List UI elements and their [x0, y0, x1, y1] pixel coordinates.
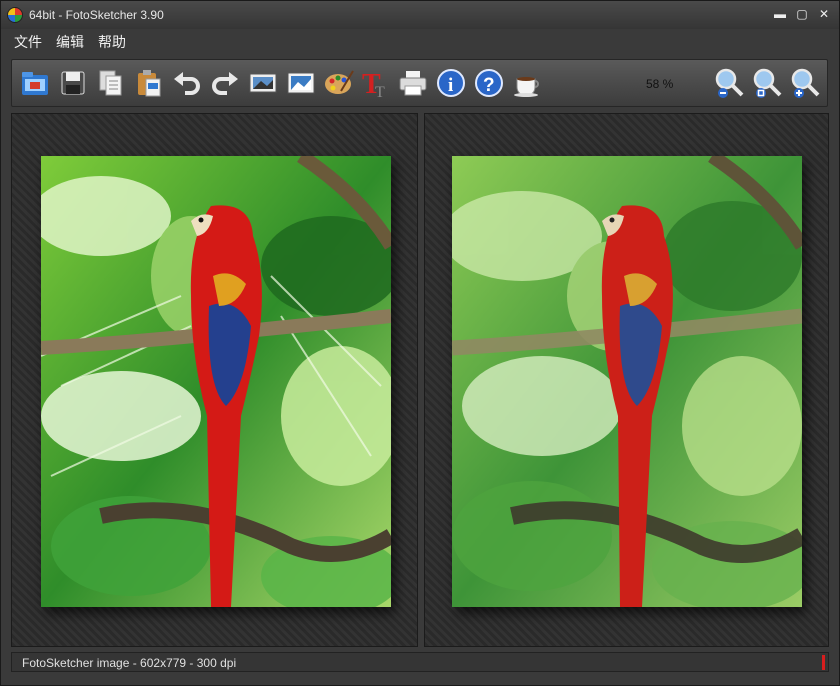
toolbar: T T i ? 58 %: [11, 59, 828, 107]
minimize-button[interactable]: ▬: [769, 5, 791, 23]
original-image-pane[interactable]: [11, 113, 418, 647]
help-icon: ?: [475, 69, 503, 97]
menu-help[interactable]: 帮助: [91, 32, 133, 52]
painted-photo: [452, 156, 802, 607]
parrot-painting-image: [452, 156, 802, 607]
window-title: 64bit - FotoSketcher 3.90: [29, 8, 164, 22]
image-info-text: FotoSketcher image - 602x779 - 300 dpi: [22, 656, 237, 670]
image-frame-icon: [287, 72, 315, 94]
image-frame-button[interactable]: [284, 66, 318, 100]
undo-button[interactable]: [170, 66, 204, 100]
batch-icon: [249, 73, 277, 93]
window-controls: ▬ ▢ ✕: [769, 5, 835, 23]
copy-icon: [99, 70, 122, 96]
redo-button[interactable]: [208, 66, 242, 100]
zoom-fit-button[interactable]: [750, 66, 784, 100]
zoom-out-icon: [715, 68, 744, 98]
svg-text:T: T: [375, 84, 385, 99]
status-indicator: [822, 655, 825, 670]
zoom-level-label: 58 %: [646, 77, 674, 91]
zoom-fit-icon: [753, 68, 782, 98]
palette-button[interactable]: [322, 66, 356, 100]
status-bar: FotoSketcher image - 602x779 - 300 dpi: [11, 652, 829, 672]
palette-icon: [325, 70, 354, 94]
svg-text:i: i: [448, 75, 453, 96]
zoom-in-button[interactable]: [788, 66, 822, 100]
undo-icon: [174, 72, 200, 95]
paste-icon: [138, 70, 161, 97]
print-button[interactable]: [396, 66, 430, 100]
text-icon: T T: [362, 69, 385, 99]
save-button[interactable]: [56, 66, 90, 100]
maximize-button[interactable]: ▢: [791, 5, 813, 23]
paste-button[interactable]: [132, 66, 166, 100]
close-button[interactable]: ✕: [813, 5, 835, 23]
menu-file[interactable]: 文件: [7, 32, 49, 52]
title-bar: 64bit - FotoSketcher 3.90 ▬ ▢ ✕: [1, 1, 839, 29]
info-button[interactable]: i: [434, 66, 468, 100]
print-icon: [399, 71, 427, 96]
parrot-photo-image: [41, 156, 391, 607]
menu-bar: 文件 编辑 帮助: [1, 29, 839, 55]
text-button[interactable]: T T: [358, 66, 392, 100]
open-button[interactable]: [18, 66, 52, 100]
redo-icon: [212, 72, 238, 95]
coffee-icon: [514, 77, 539, 97]
batch-button[interactable]: [246, 66, 280, 100]
app-logo-icon: [7, 7, 23, 23]
info-icon: i: [437, 69, 465, 97]
donate-coffee-button[interactable]: [510, 66, 544, 100]
zoom-out-button[interactable]: [712, 66, 746, 100]
zoom-in-icon: [791, 68, 820, 98]
original-photo: [41, 156, 391, 607]
open-folder-icon: [22, 72, 48, 95]
copy-button[interactable]: [94, 66, 128, 100]
result-image-pane[interactable]: [424, 113, 829, 647]
save-icon: [61, 71, 85, 95]
menu-edit[interactable]: 编辑: [49, 32, 91, 52]
svg-text:?: ?: [483, 75, 495, 96]
help-button[interactable]: ?: [472, 66, 506, 100]
app-window: 64bit - FotoSketcher 3.90 ▬ ▢ ✕ 文件 编辑 帮助: [0, 0, 840, 686]
